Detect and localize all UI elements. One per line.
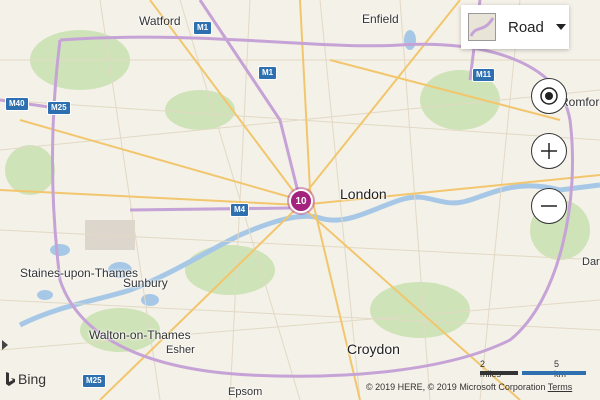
road-shield-m1: M1	[193, 21, 213, 35]
road-shield-m25: M25	[47, 101, 71, 115]
place-label-walton: Walton-on-Thames	[89, 328, 191, 342]
road-shield-m1: M1	[258, 66, 278, 80]
attribution-text: © 2019 HERE, © 2019 Microsoft Corporatio…	[366, 382, 546, 392]
road-shield-m25: M25	[82, 374, 106, 388]
plus-icon	[541, 143, 557, 159]
road-shield-m11: M11	[472, 68, 496, 82]
bing-icon	[6, 372, 15, 386]
place-label-sunbury: Sunbury	[123, 276, 168, 290]
place-label-enfield: Enfield	[362, 12, 399, 26]
road-style-thumbnail-icon	[468, 13, 496, 41]
scale-km-label: 5 km	[554, 359, 566, 379]
minus-icon	[541, 205, 557, 207]
bing-logo[interactable]: Bing	[4, 371, 46, 387]
zoom-out-button[interactable]	[531, 188, 567, 224]
scale-miles-bar	[480, 371, 518, 375]
road-shield-m4: M4	[230, 203, 250, 217]
terms-link[interactable]: Terms	[548, 382, 573, 392]
road-shield-m40: M40	[5, 97, 29, 111]
map-style-picker[interactable]: Road	[461, 5, 569, 49]
map-style-label: Road	[508, 18, 544, 36]
zoom-in-button[interactable]	[531, 133, 567, 169]
place-label-epsom: Epsom	[228, 386, 263, 398]
place-label-dartford: Dar	[582, 256, 600, 268]
cluster-marker[interactable]: 10	[289, 189, 313, 213]
map-view[interactable]: Watford Enfield London Romford Staines-u…	[0, 0, 600, 400]
expand-icon[interactable]	[2, 340, 8, 350]
attribution: © 2019 HERE, © 2019 Microsoft Corporatio…	[366, 382, 572, 392]
chevron-down-icon	[555, 24, 566, 30]
place-label-watford: Watford	[139, 14, 181, 28]
scale-miles-label: 2 miles	[480, 359, 501, 379]
bing-logo-text: Bing	[18, 371, 47, 387]
my-location-icon	[540, 87, 558, 105]
place-label-esher: Esher	[166, 344, 195, 356]
place-label-london: London	[340, 186, 387, 202]
locate-me-button[interactable]	[531, 78, 567, 114]
place-label-staines: Staines-upon-Thames	[20, 266, 139, 280]
scale-km-bar	[522, 371, 586, 375]
place-label-croydon: Croydon	[347, 341, 400, 357]
